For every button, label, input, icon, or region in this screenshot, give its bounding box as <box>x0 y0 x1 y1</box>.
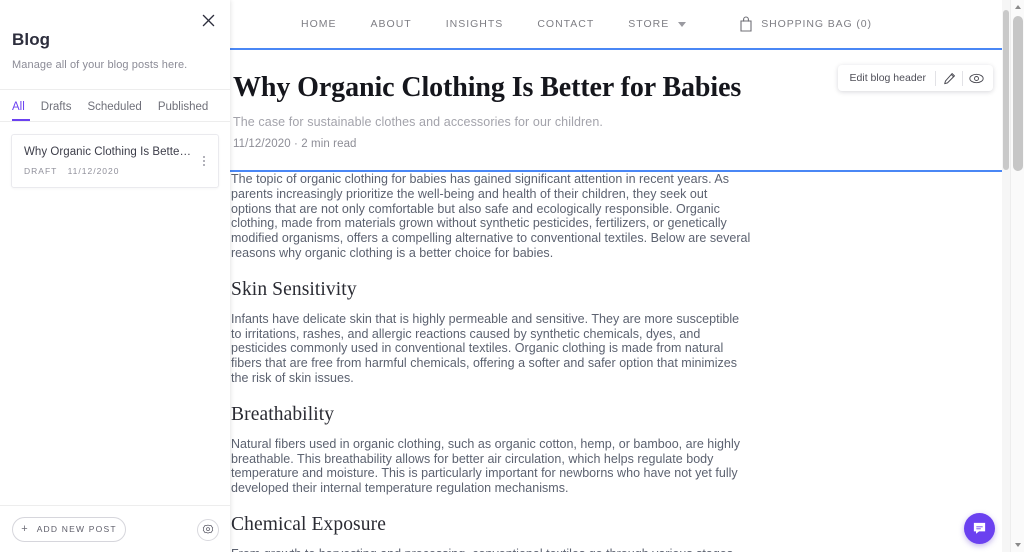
list-item[interactable]: Why Organic Clothing Is Better f… DRAFT … <box>11 134 219 188</box>
nav-item-contact[interactable]: CONTACT <box>520 18 611 30</box>
nav-item-about[interactable]: ABOUT <box>354 18 429 30</box>
tab-drafts[interactable]: Drafts <box>41 101 81 121</box>
post-subtitle: The case for sustainable clothes and acc… <box>233 115 603 130</box>
post-item-title: Why Organic Clothing Is Better f… <box>24 146 192 158</box>
eye-icon <box>968 73 984 83</box>
shopping-bag-icon <box>740 16 752 32</box>
chat-bubble-icon <box>973 522 986 534</box>
kebab-dot <box>203 164 205 166</box>
triangle-down-icon <box>1015 543 1021 547</box>
nav-links: HOME ABOUT INSIGHTS CONTACT STORE SHOPPI… <box>134 16 872 32</box>
section-heading: Chemical Exposure <box>231 513 386 535</box>
plus-icon: + <box>21 522 28 535</box>
status-badge: DRAFT <box>24 166 58 176</box>
edit-blog-header-toolbar: Edit blog header <box>837 65 993 91</box>
section-paragraph: Natural fibers used in organic clothing,… <box>231 436 741 496</box>
page-scrollbar[interactable] <box>1010 0 1024 552</box>
page-scrollbar-thumb[interactable] <box>1013 16 1023 171</box>
settings-button[interactable] <box>197 519 219 541</box>
edit-blog-header-label[interactable]: Edit blog header <box>842 72 935 84</box>
post-section-chemical-exposure: Chemical Exposure From growth to harvest… <box>231 514 751 552</box>
blog-manager-panel: Blog Manage all of your blog posts here.… <box>0 0 230 552</box>
post-section-skin-sensitivity: Skin Sensitivity Infants have delicate s… <box>231 279 751 386</box>
pencil-icon <box>943 72 955 84</box>
post-item-meta: DRAFT 11/12/2020 <box>24 166 192 176</box>
panel-footer: + ADD NEW POST <box>0 505 230 552</box>
post-meta: 11/12/2020 · 2 min read <box>233 138 357 151</box>
post-section-breathability: Breathability Natural fibers used in org… <box>231 404 751 496</box>
post-list: Why Organic Clothing Is Better f… DRAFT … <box>0 122 230 505</box>
site-scrollbar[interactable] <box>1002 0 1010 552</box>
panel-tabs: All Drafts Scheduled Published <box>0 90 230 122</box>
panel-header: Blog Manage all of your blog posts here. <box>0 0 230 90</box>
blog-header-block[interactable]: Why Organic Clothing Is Better for Babie… <box>225 48 1006 172</box>
close-panel-button[interactable] <box>198 10 218 30</box>
tab-published[interactable]: Published <box>158 101 218 121</box>
preview-button[interactable] <box>963 66 989 90</box>
tab-scheduled[interactable]: Scheduled <box>87 101 150 121</box>
kebab-dot <box>203 156 205 158</box>
add-new-post-button[interactable]: + ADD NEW POST <box>12 516 126 542</box>
nav-item-insights[interactable]: INSIGHTS <box>429 18 521 30</box>
panel-title: Blog <box>12 30 51 49</box>
gear-icon <box>202 524 214 534</box>
nav-item-store-label: STORE <box>628 18 670 30</box>
scroll-up-button[interactable] <box>1011 0 1024 14</box>
close-icon <box>202 14 214 26</box>
section-paragraph: From growth to harvesting and processing… <box>231 547 751 552</box>
section-heading: Breathability <box>231 403 335 425</box>
tab-all[interactable]: All <box>12 101 34 121</box>
shopping-bag-button[interactable]: SHOPPING BAG (0) <box>703 16 872 32</box>
triangle-up-icon <box>1015 5 1021 9</box>
kebab-dot <box>203 160 205 162</box>
scroll-down-button[interactable] <box>1011 538 1024 552</box>
kebab-menu-icon[interactable] <box>197 152 211 170</box>
panel-description: Manage all of your blog posts here. <box>12 59 188 71</box>
nav-item-home[interactable]: HOME <box>284 18 354 30</box>
section-paragraph: Infants have delicate skin that is highl… <box>231 311 740 385</box>
chevron-down-icon <box>678 21 687 27</box>
post-item-date: 11/12/2020 <box>67 166 120 176</box>
post-body: The topic of organic clothing for babies… <box>231 172 751 552</box>
app-root: HOME ABOUT INSIGHTS CONTACT STORE SHOPPI… <box>0 0 1024 552</box>
edit-button[interactable] <box>936 66 962 90</box>
post-intro-paragraph: The topic of organic clothing for babies… <box>231 172 751 260</box>
add-new-post-label: ADD NEW POST <box>36 524 117 534</box>
nav-item-store[interactable]: STORE <box>611 18 703 30</box>
shopping-bag-label: SHOPPING BAG (0) <box>761 18 872 30</box>
site-scrollbar-thumb[interactable] <box>1003 10 1009 170</box>
chat-widget-button[interactable] <box>964 513 995 544</box>
section-heading: Skin Sensitivity <box>231 278 357 300</box>
